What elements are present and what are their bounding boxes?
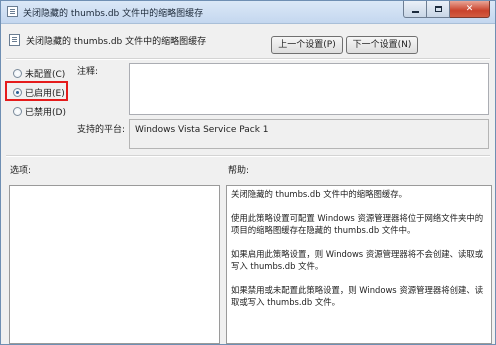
- policy-document-icon: [7, 6, 18, 17]
- policy-dialog-window: 关闭隐藏的 thumbs.db 文件中的缩略图缓存 ✕ 关闭隐藏的 thumbs…: [0, 0, 496, 345]
- radio-not-configured-label: 未配置(C): [25, 69, 66, 80]
- supported-platform-value: Windows Vista Service Pack 1: [129, 119, 489, 149]
- help-paragraph: 如果启用此策略设置，则 Windows 资源管理器将不会创建、读取或写入 thu…: [231, 249, 484, 271]
- radio-disabled-circle[interactable]: [13, 106, 22, 116]
- help-paragraph: 关闭隐藏的 thumbs.db 文件中的缩略图缓存。: [231, 189, 407, 199]
- help-pane[interactable]: 关闭隐藏的 thumbs.db 文件中的缩略图缓存。 使用此策略设置可配置 Wi…: [226, 185, 492, 344]
- radio-disabled-label: 已禁用(D): [25, 107, 66, 118]
- caption-buttons: ✕: [403, 1, 490, 19]
- help-label: 帮助:: [228, 166, 250, 176]
- maximize-button[interactable]: [427, 1, 450, 18]
- radio-disabled[interactable]: 已禁用(D): [13, 105, 66, 118]
- maximize-icon: [434, 6, 442, 12]
- close-button[interactable]: ✕: [450, 1, 490, 18]
- policy-name: 关闭隐藏的 thumbs.db 文件中的缩略图缓存: [26, 37, 207, 47]
- policy-setting-icon: [9, 34, 20, 46]
- previous-setting-button[interactable]: 上一个设置(P): [271, 36, 343, 54]
- minimize-button[interactable]: [403, 1, 427, 18]
- radio-not-configured-circle[interactable]: [13, 68, 22, 78]
- minimize-icon: [411, 10, 419, 13]
- title-bar[interactable]: 关闭隐藏的 thumbs.db 文件中的缩略图缓存 ✕: [1, 1, 495, 24]
- help-paragraph: 使用此策略设置可配置 Windows 资源管理器将位于网络文件夹中的项目的缩略图…: [231, 213, 484, 235]
- comment-label: 注释:: [77, 67, 99, 77]
- supported-platform-label: 支持的平台:: [77, 125, 126, 135]
- header-divider: [6, 58, 490, 60]
- next-setting-button[interactable]: 下一个设置(N): [346, 36, 418, 54]
- radio-not-configured[interactable]: 未配置(C): [13, 67, 66, 80]
- options-pane[interactable]: [9, 185, 220, 344]
- options-label: 选项:: [10, 166, 32, 176]
- comment-textarea[interactable]: [129, 63, 489, 115]
- close-icon: ✕: [465, 4, 474, 14]
- window-title: 关闭隐藏的 thumbs.db 文件中的缩略图缓存: [23, 9, 204, 19]
- enabled-highlight-box: [5, 81, 68, 101]
- section-divider: [6, 155, 490, 157]
- help-paragraph: 如果禁用或未配置此策略设置，则 Windows 资源管理器将创建、读取或写入 t…: [231, 285, 484, 307]
